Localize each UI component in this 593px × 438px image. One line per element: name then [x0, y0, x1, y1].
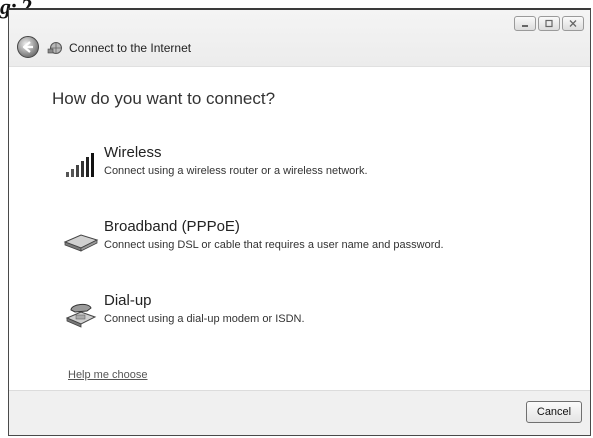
minimize-icon	[522, 24, 528, 27]
back-arrow-icon	[22, 41, 33, 53]
option-description: Connect using a dial-up modem or ISDN.	[104, 313, 305, 325]
option-broadband[interactable]: Broadband (PPPoE) Connect using DSL or c…	[63, 218, 483, 264]
window-title: Connect to the Internet	[69, 41, 192, 55]
page-heading: How do you want to connect?	[52, 89, 276, 108]
signal-bars-icon	[66, 153, 94, 177]
option-wireless[interactable]: Wireless Connect using a wireless router…	[63, 144, 483, 190]
help-me-choose-link[interactable]: Help me choose	[68, 369, 148, 381]
option-description: Connect using DSL or cable that requires…	[104, 239, 444, 251]
maximize-icon	[545, 19, 553, 28]
wizard-footer: Cancel	[9, 390, 590, 435]
close-icon	[569, 20, 577, 27]
option-title: Dial-up	[104, 292, 152, 309]
cancel-button[interactable]: Cancel	[526, 401, 582, 423]
caption-buttons	[514, 16, 584, 31]
option-description: Connect using a wireless router or a wir…	[104, 165, 368, 177]
option-title: Broadband (PPPoE)	[104, 218, 240, 235]
back-button[interactable]	[17, 36, 39, 58]
minimize-button[interactable]	[514, 16, 536, 31]
telephone-modem-icon	[65, 303, 97, 328]
wizard-window: Connect to the Internet How do you want …	[8, 8, 591, 436]
option-dialup[interactable]: Dial-up Connect using a dial-up modem or…	[63, 292, 483, 338]
maximize-button[interactable]	[538, 16, 560, 31]
broadband-modem-icon	[63, 234, 99, 252]
wizard-content: How do you want to connect? Wireless Con…	[9, 67, 590, 391]
option-title: Wireless	[104, 144, 162, 161]
title-bar: Connect to the Internet	[9, 10, 590, 67]
network-globe-icon	[47, 42, 62, 54]
close-button[interactable]	[562, 16, 584, 31]
